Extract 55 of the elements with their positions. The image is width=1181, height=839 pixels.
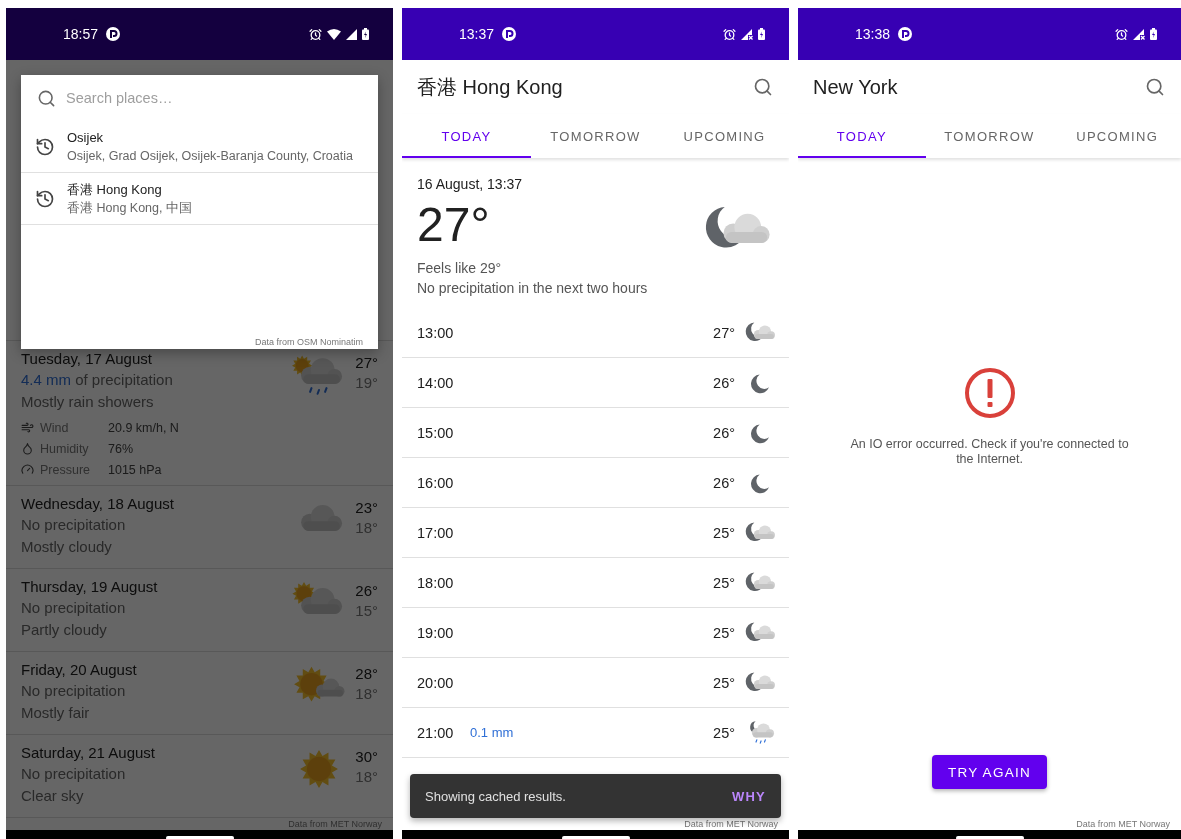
high-temperature: 28°: [355, 664, 378, 684]
day-date: Thursday, 19 August: [21, 577, 159, 597]
current-temperature: 27°: [417, 200, 491, 250]
location-title: 香港 Hong Kong: [417, 74, 563, 100]
high-temperature: 27°: [355, 353, 378, 373]
hour-time: 15:00: [417, 424, 455, 441]
detail-value: 20.9 km/h, N: [108, 420, 179, 435]
high-temperature: 30°: [355, 747, 378, 767]
condition-text: Mostly rain showers: [21, 392, 155, 412]
status-time: 18:57: [63, 26, 99, 42]
date-time: 16 August, 13:37: [417, 175, 524, 194]
hour-temperature: 25°: [713, 674, 735, 691]
snackbar-message: Showing cached results.: [425, 788, 566, 804]
status-time: 13:38: [855, 26, 891, 42]
precipitation-text: No precipitation: [21, 598, 127, 618]
precipitation-text: No precipitation: [21, 764, 127, 784]
precipitation-text: No precipitation in the next two hours: [417, 279, 649, 298]
location-title: New York: [813, 75, 898, 99]
high-temperature: 23°: [355, 498, 378, 518]
day-date: Saturday, 21 August: [21, 743, 156, 763]
hour-time: 14:00: [417, 374, 455, 391]
condition-text: Mostly cloudy: [21, 537, 113, 557]
attribution-text: Data from MET Norway: [684, 819, 779, 830]
hour-time: 17:00: [417, 524, 455, 541]
hour-temperature: 26°: [713, 424, 735, 441]
hour-temperature: 27°: [713, 324, 735, 341]
hour-time: 18:00: [417, 574, 455, 591]
precipitation-text: 4.4 mm of precipitation: [21, 370, 174, 390]
day-date: Wednesday, 18 August: [21, 494, 175, 514]
hour-temperature: 25°: [713, 574, 735, 591]
day-date: Tuesday, 17 August: [21, 349, 153, 369]
hour-time: 16:00: [417, 474, 455, 491]
hour-time: 20:00: [417, 674, 455, 691]
hour-temperature: 26°: [713, 474, 735, 491]
attribution-text: Data from MET Norway: [1076, 819, 1171, 830]
condition-text: Clear sky: [21, 786, 85, 806]
day-date: Friday, 20 August: [21, 660, 138, 680]
hour-temperature: 25°: [713, 724, 735, 741]
detail-value: 1015 hPa: [108, 462, 162, 477]
hour-time: 21:00: [417, 724, 455, 741]
precipitation-text: No precipitation: [21, 681, 127, 701]
status-time: 13:37: [459, 26, 495, 42]
feels-like-text: Feels like 29°: [417, 259, 503, 278]
hour-temperature: 26°: [713, 374, 735, 391]
high-temperature: 26°: [355, 581, 378, 601]
precipitation-text: No precipitation: [21, 515, 127, 535]
detail-value: 76%: [108, 441, 134, 456]
hour-time: 19:00: [417, 624, 455, 641]
condition-text: Partly cloudy: [21, 620, 108, 640]
precipitation-amount: 0.1 mm: [470, 725, 514, 740]
hour-temperature: 25°: [713, 524, 735, 541]
hour-temperature: 25°: [713, 624, 735, 641]
hour-time: 13:00: [417, 324, 455, 341]
condition-text: Mostly fair: [21, 703, 91, 723]
error-message: An IO error occurred. Check if you're connected to the Internet.: [849, 436, 1130, 467]
